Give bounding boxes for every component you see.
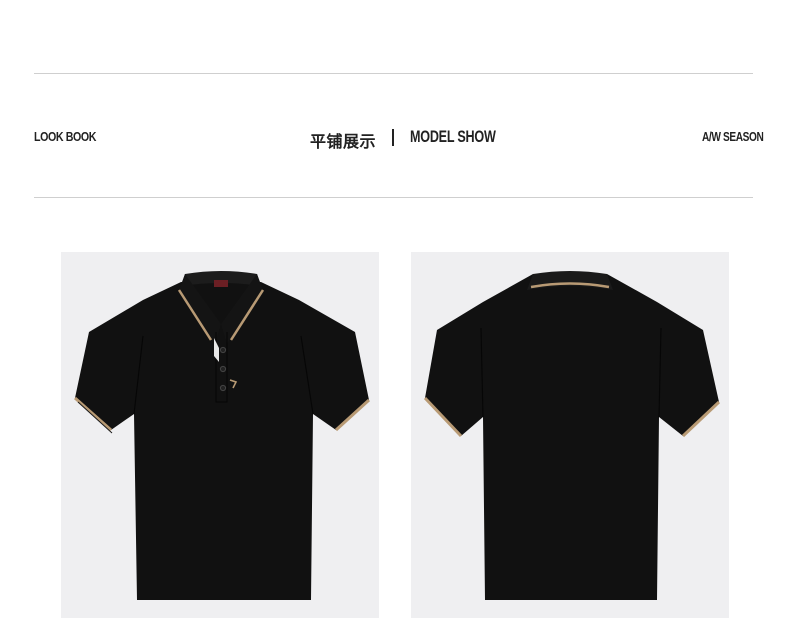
product-image-front[interactable]: [61, 252, 379, 618]
polo-shirt-back-icon: [423, 271, 721, 600]
polo-shirt-front-icon: [74, 271, 371, 600]
look-book-label: LOOK BOOK: [34, 129, 97, 144]
title-separator: [392, 129, 394, 146]
bottom-divider: [34, 197, 753, 198]
section-title-cn: 平铺展示: [310, 132, 377, 151]
top-divider: [34, 73, 753, 74]
product-image-back[interactable]: [411, 252, 729, 618]
section-title-en: MODEL SHOW: [410, 127, 496, 146]
season-label: A/W SEASON: [702, 129, 764, 144]
